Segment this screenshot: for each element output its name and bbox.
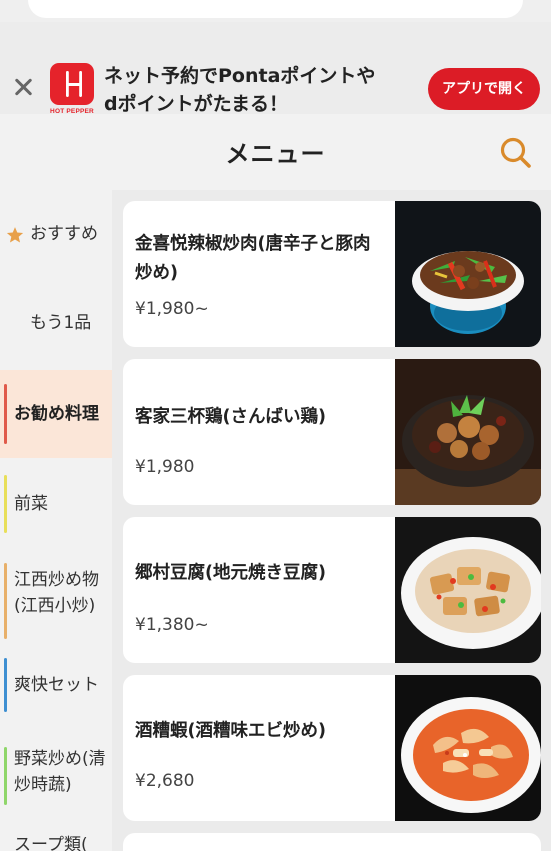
category-color-bar — [4, 747, 7, 805]
sidebar-item-jiangxi-stirfry[interactable]: 江西炒め物(江西小炒) — [0, 548, 112, 656]
sidebar-item-label: おすすめ — [30, 224, 98, 244]
category-color-bar — [4, 563, 7, 639]
sidebar-item-recommended[interactable]: おすすめ — [0, 190, 112, 280]
address-bar[interactable] — [28, 0, 523, 18]
menu-item-price: ¥1,380~ — [135, 615, 209, 635]
sidebar-item-chef-recommend[interactable]: お勧め料理 — [0, 370, 112, 458]
sidebar-item-soups[interactable]: スープ類( — [0, 830, 112, 851]
category-color-bar — [4, 658, 7, 712]
category-color-bar — [4, 475, 7, 533]
sidebar-item-appetizers[interactable]: 前菜 — [0, 458, 112, 548]
menu-item-price: ¥1,980 — [135, 457, 195, 477]
sidebar-item-label: 爽快セット — [14, 675, 99, 695]
sidebar-item-label: スープ類( — [14, 835, 88, 851]
app-banner: HOT PEPPER ネット予約でPontaポイントや dポイントがたまる！ ア… — [0, 22, 551, 117]
menu-card[interactable]: 酒糟蝦(酒糟味エビ炒め) ¥2,680 — [123, 675, 541, 821]
sidebar-item-vegetables[interactable]: 野菜炒め(清炒時蔬) — [0, 744, 112, 830]
open-app-button[interactable]: アプリで開く — [428, 68, 540, 110]
category-sidebar: おすすめ +1 もう1品 お勧め料理 前菜 江西炒め物(江西小炒) 爽快セット … — [0, 190, 112, 851]
dish-photo — [395, 517, 541, 663]
search-icon[interactable] — [496, 134, 536, 174]
category-color-bar — [4, 384, 7, 444]
menu-card[interactable]: 金喜悦辣椒炒肉(唐辛子と豚肉炒め) ¥1,980~ — [123, 201, 541, 347]
sidebar-item-label: もう1品 — [30, 313, 92, 333]
top-strip — [0, 0, 551, 22]
sidebar-item-refreshing-set[interactable]: 爽快セット — [0, 656, 112, 744]
menu-item-price: ¥1,980~ — [135, 299, 209, 319]
hot-pepper-logo-mark — [50, 63, 94, 105]
sidebar-item-one-more[interactable]: +1 もう1品 — [0, 280, 112, 423]
menu-item-name: 客家三杯鶏(さんばい鶏) — [135, 407, 326, 427]
dish-photo — [395, 675, 541, 821]
page-title: メニュー — [225, 140, 326, 168]
banner-message: ネット予約でPontaポイントや dポイントがたまる！ — [104, 62, 404, 118]
menu-item-name: 郷村豆腐(地元焼き豆腐) — [135, 563, 326, 583]
menu-item-name: 金喜悦辣椒炒肉(唐辛子と豚肉炒め) — [135, 234, 371, 283]
menu-item-name: 酒糟蝦(酒糟味エビ炒め) — [135, 721, 326, 741]
menu-card[interactable] — [123, 833, 541, 851]
banner-line-1: ネット予約でPontaポイントや — [104, 65, 376, 87]
hot-pepper-logo: HOT PEPPER — [48, 63, 96, 117]
sidebar-item-label: 野菜炒め(清炒時蔬) — [14, 749, 106, 795]
dish-photo — [395, 201, 541, 347]
menu-card[interactable]: 郷村豆腐(地元焼き豆腐) ¥1,380~ — [123, 517, 541, 663]
sidebar-item-label: 江西炒め物(江西小炒) — [14, 570, 99, 616]
close-icon[interactable] — [12, 76, 34, 98]
menu-card[interactable]: 客家三杯鶏(さんばい鶏) ¥1,980 — [123, 359, 541, 505]
page-header: メニュー — [0, 114, 551, 190]
star-icon — [6, 227, 24, 243]
dish-photo — [395, 359, 541, 505]
fork-icon — [66, 71, 82, 97]
menu-item-price: ¥2,680 — [135, 771, 195, 791]
menu-list: 金喜悦辣椒炒肉(唐辛子と豚肉炒め) ¥1,980~ 客家三杯鶏(さんばい鶏) ¥… — [112, 190, 551, 851]
sidebar-item-label: 前菜 — [14, 494, 48, 514]
sidebar-item-label: お勧め料理 — [14, 404, 99, 424]
